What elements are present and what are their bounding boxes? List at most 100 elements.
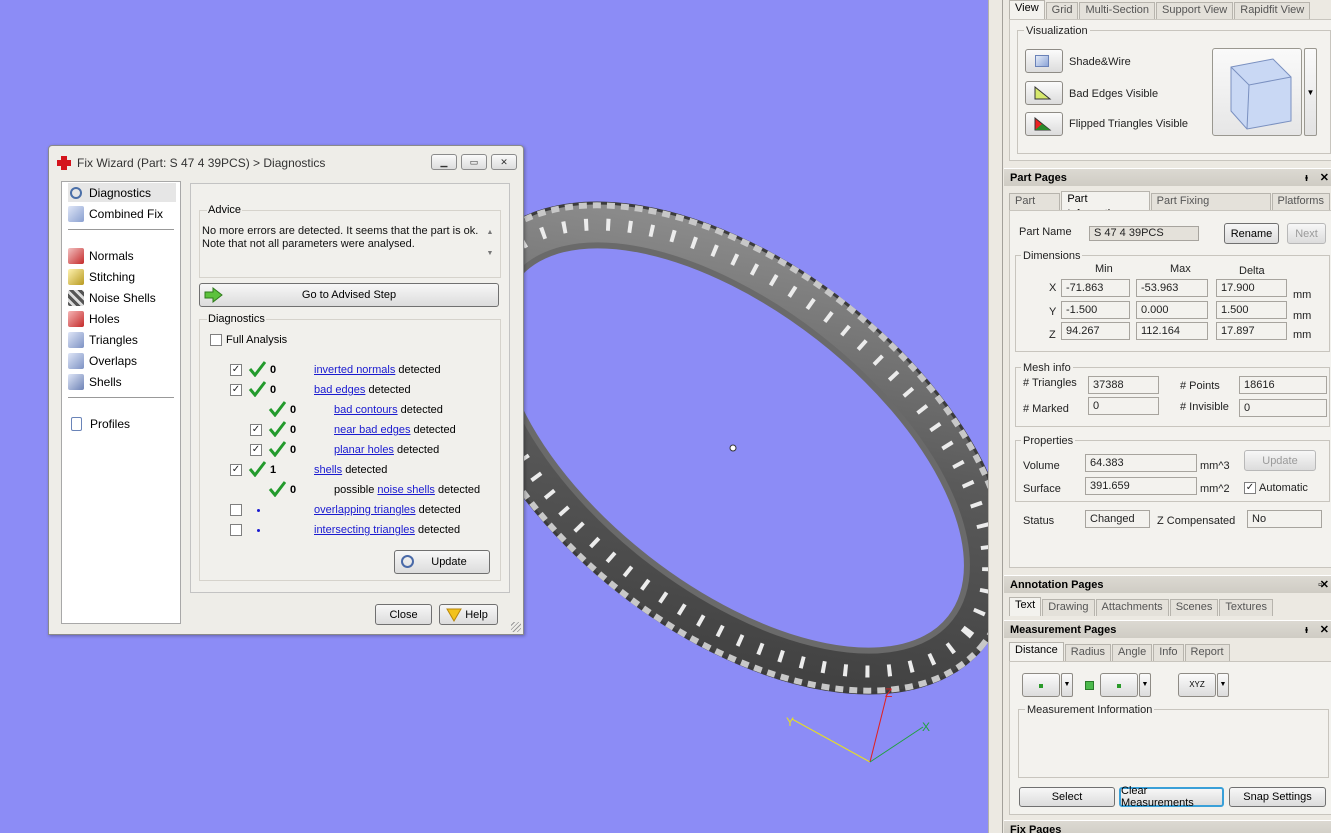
nav-normals[interactable]: Normals [68, 246, 134, 265]
bad-edges-checkbox[interactable]: ✓ [230, 384, 242, 396]
bad-edges-visible-label: Bad Edges Visible [1069, 88, 1159, 100]
inverted-normals-checkbox[interactable]: ✓ [230, 364, 242, 376]
minimize-button[interactable]: ▁ [431, 154, 457, 170]
bad-contours-link[interactable]: bad contours [334, 404, 398, 416]
nav-holes[interactable]: Holes [68, 309, 120, 328]
points-label: # Points [1180, 380, 1220, 392]
rename-button[interactable]: Rename [1224, 223, 1279, 244]
shade-wire-button[interactable] [1025, 49, 1063, 73]
measurement-pages-header[interactable]: Measurement Pages ᵼ ✕ [1004, 620, 1331, 638]
intersecting-triangles-link[interactable]: intersecting triangles [314, 524, 415, 536]
bad-edges-link[interactable]: bad edges [314, 384, 365, 396]
tab-drawing[interactable]: Drawing [1042, 599, 1095, 616]
tab-distance[interactable]: Distance [1009, 642, 1064, 661]
nav-noise-shells[interactable]: Noise Shells [68, 288, 156, 307]
tab-angle[interactable]: Angle [1112, 644, 1153, 661]
clear-measurements-button[interactable]: Clear Measurements [1119, 785, 1224, 809]
overlapping-triangles-link[interactable]: overlapping triangles [314, 504, 416, 516]
part-pages-header[interactable]: Part Pages ᵼ ✕ [1004, 168, 1331, 186]
xyz-button[interactable]: XYZ [1178, 673, 1216, 697]
tab-part-list[interactable]: Part List [1009, 193, 1061, 222]
flipped-triangles-button[interactable] [1025, 112, 1063, 136]
close-panel-icon[interactable]: ✕ [1320, 576, 1329, 594]
tab-text[interactable]: Text [1009, 597, 1042, 616]
overlapping-checkbox[interactable] [230, 504, 242, 516]
z-compensated-field: No [1247, 510, 1322, 528]
noise-shells-link[interactable]: noise shells [377, 484, 434, 496]
nav-shells[interactable]: Shells [68, 372, 122, 391]
next-button[interactable]: Next [1287, 223, 1326, 244]
nav-stitching[interactable]: Stitching [68, 267, 135, 286]
resize-grip-icon[interactable] [511, 622, 521, 632]
nav-diagnostics[interactable]: Diagnostics [68, 183, 176, 202]
advice-scrollbar[interactable]: ▲ ▼ [484, 229, 496, 267]
planar-holes-checkbox[interactable]: ✓ [250, 444, 262, 456]
tab-view[interactable]: View [1009, 0, 1045, 19]
part-name-field: S 47 4 39PCS [1089, 226, 1199, 241]
tab-support-view[interactable]: Support View [1156, 2, 1234, 19]
goto-advised-step-button[interactable]: Go to Advised Step [199, 283, 499, 307]
close-window-button[interactable]: ✕ [491, 154, 517, 170]
inverted-normals-link[interactable]: inverted normals [314, 364, 395, 376]
nav-combined-fix[interactable]: Combined Fix [68, 204, 163, 223]
z-min-field: 94.267 [1061, 322, 1130, 340]
help-button[interactable]: Help [439, 604, 498, 625]
near-bad-edges-link[interactable]: near bad edges [334, 424, 410, 436]
tab-platforms[interactable]: Platforms [1271, 193, 1330, 210]
surface-field: 391.659 [1085, 477, 1197, 495]
automatic-checkbox[interactable]: ✓ [1244, 482, 1256, 494]
shells-link[interactable]: shells [314, 464, 342, 476]
properties-update-button[interactable]: Update [1244, 450, 1316, 471]
maximize-button[interactable]: ▭ [461, 154, 487, 170]
tab-report[interactable]: Report [1184, 644, 1230, 661]
view-cube-dropdown[interactable]: ▼ [1304, 48, 1317, 136]
tab-grid[interactable]: Grid [1045, 2, 1079, 19]
full-analysis-checkbox[interactable] [210, 334, 222, 346]
near-bad-edges-checkbox[interactable]: ✓ [250, 424, 262, 436]
marked-field: 0 [1088, 397, 1159, 415]
dimensions-label: Dimensions [1021, 250, 1083, 262]
bad-edges-visible-button[interactable] [1025, 81, 1063, 105]
bad-contours-count: 0 [290, 404, 297, 416]
invisible-field: 0 [1239, 399, 1327, 417]
detected-text: detected [398, 364, 441, 376]
select-button[interactable]: Select [1019, 787, 1115, 807]
nav-profiles[interactable]: Profiles [68, 414, 130, 433]
point-b-dropdown[interactable]: ▼ [1139, 673, 1151, 697]
check-icon [248, 461, 266, 477]
pin-icon[interactable]: ᵼ [1305, 621, 1308, 639]
tab-rapidfit-view[interactable]: Rapidfit View [1234, 2, 1311, 19]
close-button[interactable]: Close [375, 604, 432, 625]
point-a-dropdown[interactable]: ▼ [1061, 673, 1073, 697]
tab-part-information[interactable]: Part Information [1061, 191, 1150, 220]
nav-triangles[interactable]: Triangles [68, 330, 138, 349]
tab-multi-section[interactable]: Multi-Section [1079, 2, 1156, 19]
tab-part-fixing-information[interactable]: Part Fixing Information [1150, 193, 1271, 222]
point-a-button[interactable] [1022, 673, 1060, 697]
nav-overlaps[interactable]: Overlaps [68, 351, 137, 370]
tab-radius[interactable]: Radius [1064, 644, 1112, 661]
nav-label: Holes [89, 311, 120, 326]
help-label: Help [465, 608, 488, 621]
xyz-dropdown[interactable]: ▼ [1217, 673, 1229, 697]
planar-holes-link[interactable]: planar holes [334, 444, 394, 456]
close-panel-icon[interactable]: ✕ [1320, 169, 1329, 187]
snap-settings-button[interactable]: Snap Settings [1229, 787, 1326, 807]
view-cube-preview[interactable] [1212, 48, 1302, 136]
pending-dot-icon [257, 529, 260, 532]
pin-icon[interactable]: ᵼ [1305, 169, 1308, 187]
update-button[interactable]: Update [394, 550, 490, 574]
fix-pages-header[interactable]: Fix Pages [1004, 820, 1331, 833]
pane-splitter[interactable] [988, 0, 1002, 833]
y-delta-field: 1.500 [1216, 301, 1287, 319]
annotation-pages-header[interactable]: Annotation Pages ▫ ✕ [1004, 575, 1331, 593]
tab-scenes[interactable]: Scenes [1169, 599, 1219, 616]
tab-info[interactable]: Info [1153, 644, 1184, 661]
point-b-button[interactable] [1100, 673, 1138, 697]
shells-checkbox[interactable]: ✓ [230, 464, 242, 476]
close-panel-icon[interactable]: ✕ [1320, 621, 1329, 639]
3d-viewport[interactable]: Y Z X Fix Wizard (Part: S 47 4 39PCS) > … [0, 0, 988, 833]
tab-attachments[interactable]: Attachments [1095, 599, 1169, 616]
intersecting-checkbox[interactable] [230, 524, 242, 536]
tab-textures[interactable]: Textures [1219, 599, 1273, 616]
